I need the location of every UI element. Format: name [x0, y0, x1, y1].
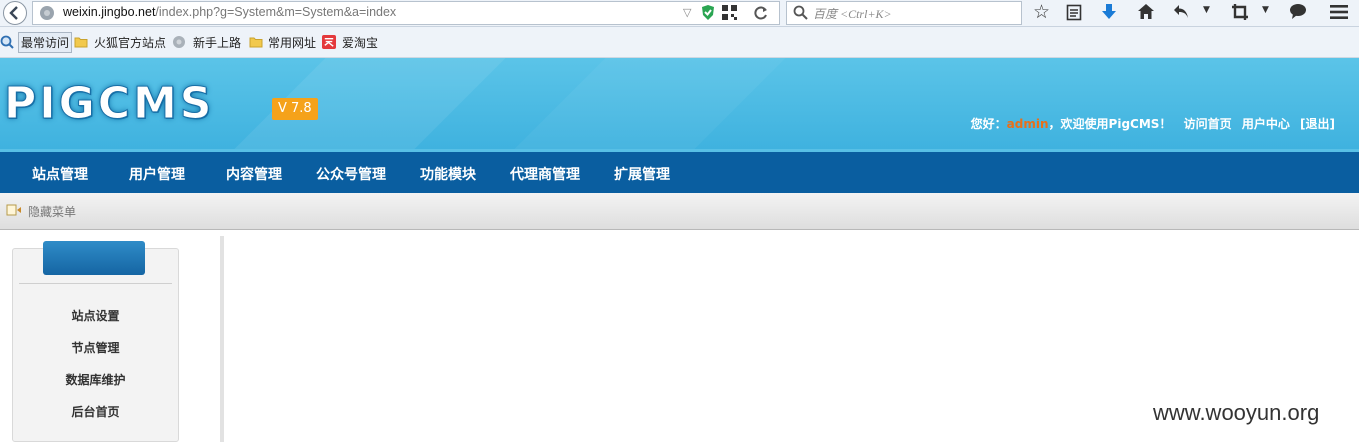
username-link[interactable]: admin [1007, 117, 1049, 131]
nav-agent-management[interactable]: 代理商管理 [510, 164, 580, 184]
welcome-text: ，欢迎使用PigCMS！ [1048, 117, 1172, 131]
back-icon[interactable] [2, 0, 28, 26]
watermark: www.wooyun.org [1153, 400, 1320, 425]
site-header: PIGCMS V 7.8 您好：admin，欢迎使用PigCMS！ 访问首页 用… [0, 58, 1359, 149]
bookmark-most-visited[interactable]: 最常访问 [18, 32, 73, 53]
chat-icon[interactable] [1289, 3, 1307, 20]
shield-icon[interactable] [700, 4, 716, 21]
menu-icon[interactable] [1330, 4, 1348, 20]
sidebar-item-node-management[interactable]: 节点管理 [13, 339, 178, 356]
taobao-icon [322, 35, 336, 49]
bookmarks-bar: 最常访问 火狐官方站点 新手上路 常用网址 爱淘宝 [0, 27, 1359, 58]
globe-icon [173, 36, 185, 48]
bookmark-getting-started[interactable]: 新手上路 [193, 34, 241, 51]
bookmark-ai-taobao[interactable]: 爱淘宝 [342, 34, 378, 51]
site-logo: PIGCMS [4, 78, 215, 130]
search-icon [793, 5, 808, 20]
search-input[interactable]: 百度 <Ctrl+K> [786, 1, 1022, 25]
globe-icon [40, 6, 54, 20]
sidebar-item-database-maintenance[interactable]: 数据库维护 [13, 371, 178, 388]
sidebar-panel: 站点设置 节点管理 数据库维护 后台首页 [12, 241, 179, 442]
home-icon[interactable] [1137, 3, 1155, 20]
folder-icon [249, 37, 263, 48]
user-greeting: 您好：admin，欢迎使用PigCMS！ 访问首页 用户中心 [退出] [971, 115, 1335, 132]
user-center-link[interactable]: 用户中心 [1242, 117, 1290, 131]
nav-content-management[interactable]: 内容管理 [226, 164, 282, 184]
toolbar-bar: 隐藏菜单 [0, 193, 1359, 230]
hide-menu-icon[interactable] [6, 203, 22, 217]
dropdown-icon[interactable]: ▽ [683, 6, 691, 19]
nav-function-modules[interactable]: 功能模块 [420, 164, 476, 184]
reload-icon[interactable] [753, 5, 769, 21]
sidebar: 站点设置 节点管理 数据库维护 后台首页 [0, 236, 224, 442]
crop-icon[interactable] [1232, 4, 1248, 20]
undo-dropdown-icon[interactable]: ▼ [1203, 5, 1210, 15]
sidebar-item-admin-home[interactable]: 后台首页 [13, 403, 178, 420]
version-badge: V 7.8 [272, 98, 318, 120]
bookmark-firefox-site[interactable]: 火狐官方站点 [94, 34, 166, 51]
greeting-label: 您好： [970, 117, 1007, 131]
header-decoration [514, 58, 786, 149]
panel-header [43, 241, 145, 275]
most-visited-icon [0, 35, 14, 49]
nav-extensions[interactable]: 扩展管理 [614, 164, 670, 184]
bookmark-common-sites[interactable]: 常用网址 [268, 34, 316, 51]
nav-user-management[interactable]: 用户管理 [129, 164, 185, 184]
logout-link[interactable]: [退出] [1300, 117, 1335, 131]
url-text: weixin.jingbo.net/index.php?g=System&m=S… [63, 5, 397, 19]
folder-icon [74, 37, 88, 48]
search-placeholder: 百度 <Ctrl+K> [813, 7, 892, 21]
browser-toolbar: weixin.jingbo.net/index.php?g=System&m=S… [0, 0, 1359, 27]
reading-list-icon[interactable] [1066, 4, 1082, 21]
divider [19, 283, 172, 284]
nav-site-management[interactable]: 站点管理 [32, 164, 88, 184]
crop-dropdown-icon[interactable]: ▼ [1262, 5, 1269, 15]
qr-code-icon[interactable] [722, 5, 737, 20]
hide-menu-link[interactable]: 隐藏菜单 [28, 203, 76, 220]
visit-home-link[interactable]: 访问首页 [1184, 117, 1232, 131]
star-icon[interactable]: ☆ [1033, 1, 1050, 23]
undo-icon[interactable] [1173, 4, 1189, 19]
download-icon[interactable] [1101, 3, 1117, 21]
url-input[interactable]: weixin.jingbo.net/index.php?g=System&m=S… [32, 1, 780, 25]
main-nav: 站点管理 用户管理 内容管理 公众号管理 功能模块 代理商管理 扩展管理 [0, 149, 1359, 193]
nav-official-account-management[interactable]: 公众号管理 [316, 164, 386, 184]
sidebar-item-site-settings[interactable]: 站点设置 [13, 307, 178, 324]
